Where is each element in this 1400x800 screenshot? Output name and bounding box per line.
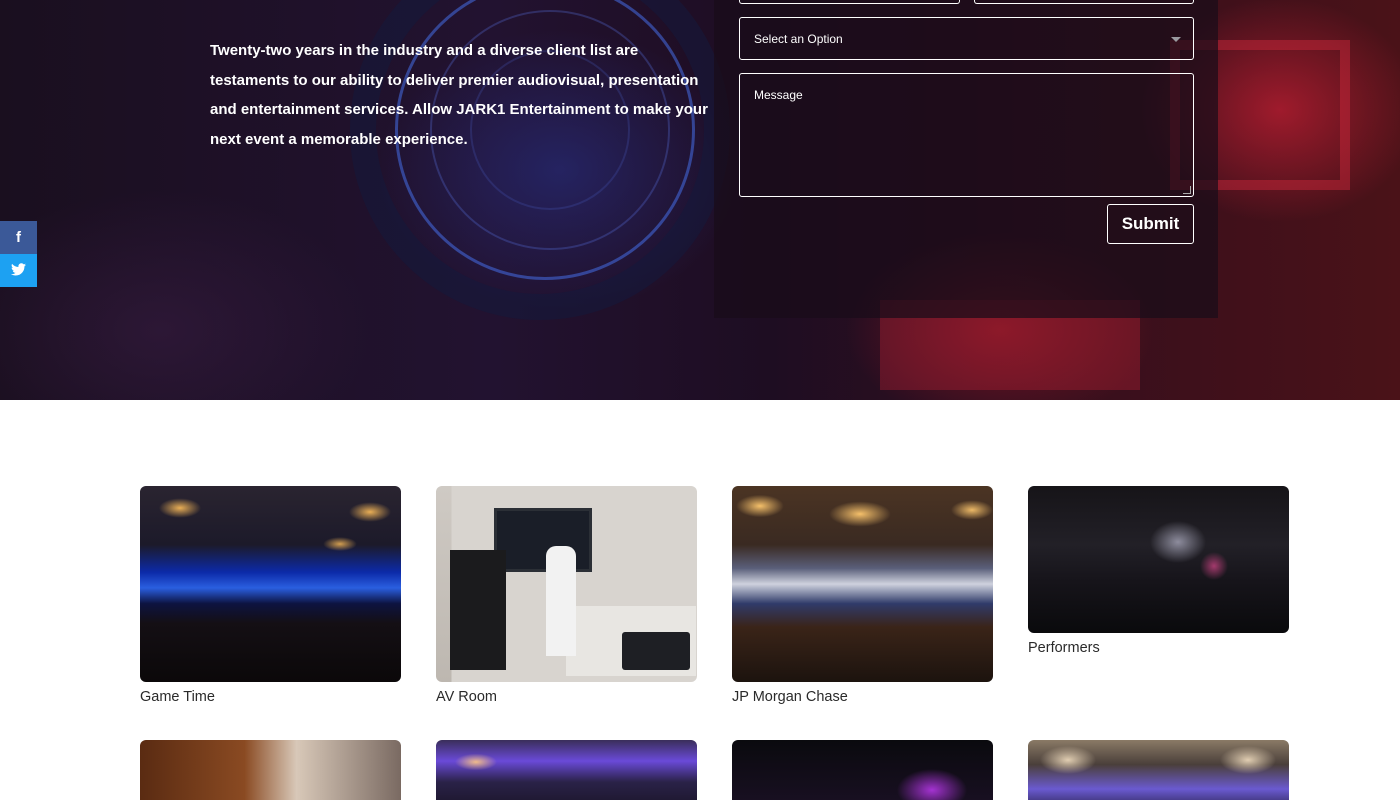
- gallery-image[interactable]: [140, 740, 401, 800]
- company-name: JARK1 Entertainment: [456, 101, 611, 119]
- gallery-image[interactable]: [732, 740, 993, 800]
- facebook-icon: f: [16, 229, 21, 246]
- gallery-caption[interactable]: Game Time: [140, 689, 215, 705]
- gallery-caption[interactable]: AV Room: [436, 689, 497, 705]
- twitter-icon: [11, 263, 26, 276]
- name-field[interactable]: [739, 0, 960, 4]
- chevron-down-icon: [1171, 37, 1181, 42]
- facebook-share-button[interactable]: f: [0, 221, 37, 254]
- twitter-share-button[interactable]: [0, 254, 37, 287]
- gallery-caption[interactable]: JP Morgan Chase: [732, 689, 848, 705]
- resize-handle-icon[interactable]: [1183, 186, 1191, 194]
- hero-intro-text: Twenty-two years in the industry and a d…: [210, 36, 720, 154]
- option-select[interactable]: Select an Option: [739, 17, 1194, 60]
- gallery-image[interactable]: [1028, 740, 1289, 800]
- gallery-caption[interactable]: Performers: [1028, 640, 1100, 656]
- hero-section: Twenty-two years in the industry and a d…: [0, 0, 1400, 400]
- message-textarea[interactable]: Message: [739, 73, 1194, 197]
- message-placeholder: Message: [754, 88, 803, 102]
- email-field[interactable]: [974, 0, 1194, 4]
- submit-button[interactable]: Submit: [1107, 204, 1194, 244]
- gallery-image[interactable]: [140, 486, 401, 682]
- gallery-image[interactable]: [436, 740, 697, 800]
- select-value: Select an Option: [754, 32, 843, 46]
- gallery-image[interactable]: [732, 486, 993, 682]
- gallery-image[interactable]: [436, 486, 697, 682]
- gallery-image[interactable]: [1028, 486, 1289, 633]
